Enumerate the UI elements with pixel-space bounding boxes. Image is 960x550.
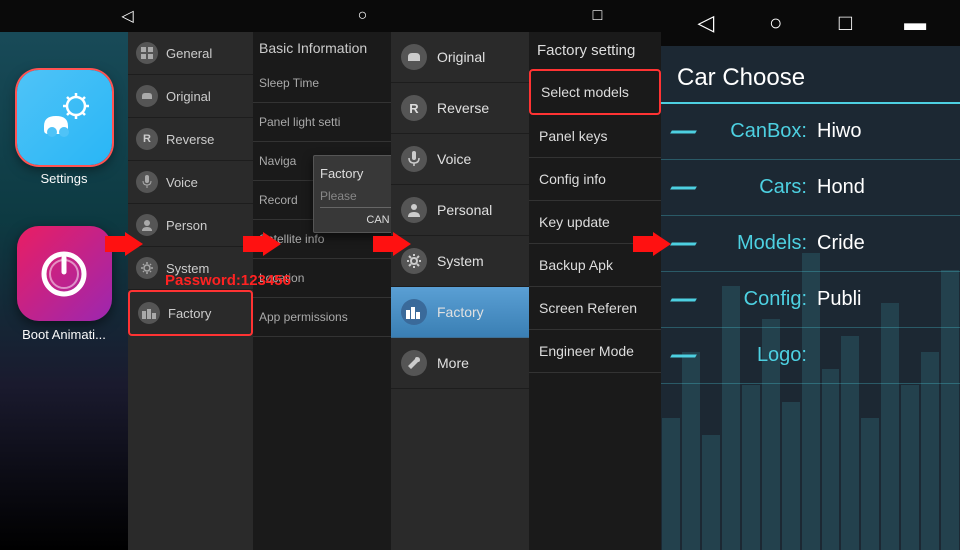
config-label: Config: [677, 288, 817, 311]
password-input[interactable]: Please [320, 185, 391, 208]
config-value: Publi [817, 288, 861, 311]
settings-app-icon[interactable] [17, 70, 112, 165]
sidebar-item-reverse[interactable]: R Reverse [128, 118, 253, 161]
recent-icon[interactable]: □ [588, 6, 608, 26]
recent-icon[interactable]: □ [831, 9, 859, 37]
cars-row[interactable]: Cars: Hond [661, 160, 960, 216]
boot-animation-label: Boot Animati... [17, 327, 112, 342]
sleep-time-row[interactable]: Sleep Time [253, 64, 391, 103]
sidebar-item-original[interactable]: Original [128, 75, 253, 118]
sidebar-item-factory[interactable]: Factory [391, 287, 529, 338]
person-icon [401, 197, 427, 223]
factory-setting-content: Factory setting Select models Panel keys… [529, 0, 661, 550]
sidebar-item-original[interactable]: Original [391, 32, 529, 83]
settings-sidebar-full: Original R Reverse Voice Personal System… [391, 0, 529, 550]
mic-icon [136, 171, 158, 193]
logo-row[interactable]: Logo: [661, 328, 960, 384]
canbox-row[interactable]: CanBox: Hiwo [661, 104, 960, 160]
screen-reference-row[interactable]: Screen Referen [529, 287, 661, 330]
sidebar-item-system[interactable]: System [391, 236, 529, 287]
home-icon[interactable]: ○ [353, 6, 373, 26]
sidebar-item-personal[interactable]: Person [128, 204, 253, 247]
models-label: Models: [677, 232, 817, 255]
config-info-row[interactable]: Config info [529, 158, 661, 201]
factory-settings-panel: ◁ ○ □ ▬ Original R Reverse Voice Persona… [391, 0, 661, 550]
mic-icon [401, 146, 427, 172]
settings-app[interactable]: Settings [17, 70, 112, 186]
back-icon[interactable]: ◁ [692, 9, 720, 37]
home-screen-panel: Settings Boot Animati... [0, 0, 128, 550]
boot-animation-app[interactable]: Boot Animati... [17, 196, 112, 342]
factory-icon [401, 299, 427, 325]
navbar-panel4: ◁ ○ □ ▬ [661, 0, 960, 46]
reverse-icon: R [401, 95, 427, 121]
canbox-value: Hiwo [817, 120, 861, 143]
panel-light-row[interactable]: Panel light setti [253, 103, 391, 142]
wrench-icon [401, 350, 427, 376]
sidebar-item-more[interactable]: More [391, 338, 529, 389]
popup-title: Factory [320, 162, 391, 185]
car-icon [136, 85, 158, 107]
gear-icon [136, 257, 158, 279]
grid-icon [136, 42, 158, 64]
sidebar-item-general[interactable]: General [128, 32, 253, 75]
settings-app-label: Settings [17, 171, 112, 186]
home-icon[interactable]: ○ [762, 9, 790, 37]
panel-keys-row[interactable]: Panel keys [529, 115, 661, 158]
sidebar-item-voice[interactable]: Voice [128, 161, 253, 204]
sidebar-item-voice[interactable]: Voice [391, 134, 529, 185]
canbox-label: CanBox: [677, 120, 817, 143]
models-value: Cride [817, 232, 865, 255]
sidebar-item-personal[interactable]: Personal [391, 185, 529, 236]
gallery-icon[interactable]: ▬ [901, 9, 929, 37]
sidebar-item-factory[interactable]: Factory [128, 290, 253, 336]
cars-label: Cars: [677, 176, 817, 199]
models-row[interactable]: Models: Cride [661, 216, 960, 272]
factory-icon [138, 302, 160, 324]
reverse-icon: R [136, 128, 158, 150]
back-icon[interactable]: ◁ [118, 6, 138, 26]
car-icon [401, 44, 427, 70]
app-permissions-row[interactable]: App permissions [253, 298, 391, 337]
config-row[interactable]: Config: Publi [661, 272, 960, 328]
cars-value: Hond [817, 176, 865, 199]
boot-animation-icon[interactable] [17, 226, 112, 321]
popup-cancel-button[interactable]: CAN [366, 214, 389, 226]
logo-label: Logo: [677, 344, 817, 367]
sidebar-item-reverse[interactable]: R Reverse [391, 83, 529, 134]
select-models-row[interactable]: Select models [529, 69, 661, 115]
car-choose-panel: ◁ ○ □ ▬ Car Choose CanBox: Hiwo Cars: Ho… [661, 0, 960, 550]
engineer-mode-row[interactable]: Engineer Mode [529, 330, 661, 373]
factory-password-popup: Factory Please CAN [313, 155, 391, 233]
car-choose-title: Car Choose [661, 46, 960, 104]
basic-info-header: Basic Information [253, 32, 391, 64]
password-hint: Password:123456 [165, 272, 291, 289]
factory-setting-header: Factory setting [529, 32, 661, 69]
